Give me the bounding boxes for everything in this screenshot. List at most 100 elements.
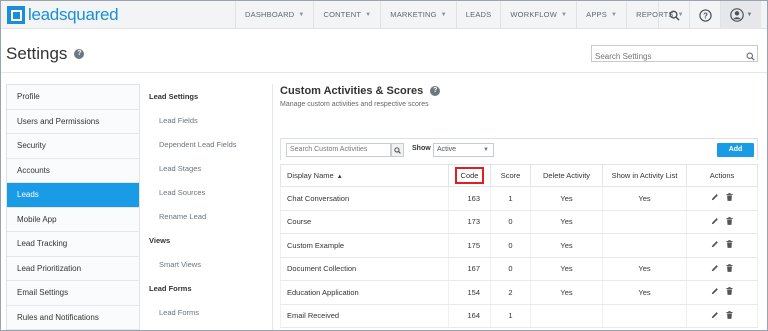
divider (1, 72, 767, 73)
help-icon[interactable]: ? (74, 49, 85, 59)
content-title-text: Custom Activities & Scores (280, 85, 424, 97)
col-display-name[interactable]: Display Name ▲ (280, 164, 449, 187)
nav-item-marketing[interactable]: MARKETING ▼ (381, 1, 456, 29)
cell-delete-activity: Yes (530, 280, 603, 305)
submenu-item-lead-fields[interactable]: Lead Fields (159, 116, 198, 125)
submenu-item-lead-forms[interactable]: Lead Forms (159, 308, 199, 317)
cell-display-name: Custom Example (280, 233, 449, 258)
cell-display-name: Course (280, 210, 449, 234)
search-settings-field[interactable] (591, 45, 758, 64)
nav-item-label: LEADS (465, 10, 492, 19)
nav-item-dashboard[interactable]: DASHBOARD ▼ (236, 1, 313, 29)
submenu-heading: Views (149, 236, 171, 245)
cell-actions (686, 186, 758, 211)
sidebar-item-mobile-app[interactable]: Mobile App (7, 207, 139, 232)
cell-display-name: Education Application (280, 280, 449, 305)
trash-icon[interactable] (726, 310, 733, 321)
cell-show-in-activity-list (602, 304, 687, 328)
table-header-row: Display Name ▲ Code Score Delete Activity… (280, 164, 758, 187)
trash-icon[interactable] (726, 216, 733, 227)
cell-display-name: Document Collection (280, 257, 449, 281)
search-button[interactable] (391, 143, 404, 157)
col-score[interactable]: Score (490, 164, 531, 187)
settings-sidebar: Profile Users and Permissions Security Acco… (6, 84, 140, 330)
sort-asc-icon[interactable]: ▲ (337, 174, 343, 180)
cell-display-name: Email Received (280, 304, 449, 328)
cell-score: 1 (490, 304, 531, 328)
nav-item-label: CONTENT (323, 10, 362, 19)
table-row: Email Received 164 1 (280, 304, 758, 328)
content-title: Custom Activities & Scores ? (280, 85, 441, 97)
cell-score: 0 (490, 233, 531, 258)
show-select[interactable]: Active ▼ (433, 143, 494, 157)
pencil-icon[interactable] (711, 264, 719, 274)
submenu-heading: Lead Settings (149, 92, 199, 101)
sidebar-item-security[interactable]: Security (7, 134, 139, 159)
trash-icon[interactable] (726, 193, 733, 203)
pencil-icon[interactable] (711, 193, 719, 203)
submenu-item-lead-stages[interactable]: Lead Stages (159, 164, 201, 173)
logo[interactable]: leadsquared (7, 4, 119, 26)
table-row: Custom Example 175 0 Yes (280, 233, 758, 258)
submenu-item-smart-views[interactable]: Smart Views (159, 260, 201, 269)
pencil-icon[interactable] (711, 240, 719, 250)
cell-actions (686, 280, 758, 305)
sidebar-item-lead-prioritization[interactable]: Lead Prioritization (7, 256, 139, 281)
cell-actions (686, 257, 758, 281)
help-icon[interactable]: ? (430, 86, 441, 96)
chevron-down-icon: ▼ (610, 12, 618, 18)
cell-score: 0 (490, 257, 531, 281)
cell-score: 2 (490, 280, 531, 305)
sidebar-item-lead-tracking[interactable]: Lead Tracking (7, 232, 139, 257)
nav-icon-group: ? ▼ (658, 1, 761, 29)
chevron-down-icon: ▼ (365, 12, 372, 18)
sidebar-item-users-and-permissions[interactable]: Users and Permissions (7, 109, 139, 134)
cell-code: 154 (448, 280, 491, 305)
cell-code: 175 (448, 233, 491, 258)
search-icon[interactable] (658, 1, 689, 29)
col-code[interactable]: Code (448, 164, 491, 187)
cell-actions (686, 304, 758, 328)
search-settings-input[interactable] (592, 49, 742, 64)
trash-icon[interactable] (726, 287, 733, 297)
search-activities-input[interactable]: Search Custom Activities (286, 143, 391, 157)
nav-item-apps[interactable]: APPS ▼ (577, 1, 626, 29)
sidebar-item-profile[interactable]: Profile (7, 85, 139, 110)
show-select-value: Active (437, 146, 457, 153)
cell-show-in-activity-list: Yes (602, 186, 687, 211)
app-window: leadsquared DASHBOARD ▼ CONTENT ▼ MARKETING ▼… (0, 0, 768, 331)
submenu-item-dependent-lead-fields[interactable]: Dependent Lead Fields (159, 140, 237, 149)
cell-code: 163 (448, 186, 491, 211)
nav-item-workflow[interactable]: WORKFLOW ▼ (501, 1, 576, 29)
cell-display-name: Chat Conversation (280, 186, 449, 211)
col-delete-activity[interactable]: Delete Activity (530, 164, 603, 187)
submenu-item-rename-lead[interactable]: Rename Lead (159, 212, 206, 221)
trash-icon[interactable] (726, 263, 733, 274)
submenu-item-lead-sources[interactable]: Lead Sources (159, 188, 205, 197)
col-show-in-activity-list[interactable]: Show in Activity List (602, 164, 687, 187)
page-title-text: Settings (6, 44, 68, 63)
page-title: Settings ? (6, 44, 85, 64)
chevron-down-icon: ▼ (561, 12, 568, 18)
nav-item-content[interactable]: CONTENT ▼ (314, 1, 380, 29)
add-button[interactable]: Add (717, 143, 754, 157)
content-subtitle: Manage custom activities and respective … (280, 101, 429, 108)
cell-delete-activity: Yes (530, 186, 603, 211)
trash-icon[interactable] (726, 240, 733, 250)
sidebar-item-email-settings[interactable]: Email Settings (7, 281, 139, 306)
pencil-icon[interactable] (711, 287, 719, 297)
table-toolbar: Search Custom Activities Show Active ▼ A… (280, 138, 758, 160)
sidebar-item-leads[interactable]: Leads (7, 183, 139, 208)
code-highlight-box: Code (454, 167, 485, 184)
nav-item-leads[interactable]: LEADS (457, 1, 501, 29)
sidebar-item-rules-and-notifications[interactable]: Rules and Notifications (7, 305, 139, 330)
cell-delete-activity: Yes (530, 210, 603, 234)
nav-item-label: APPS (586, 10, 607, 19)
sidebar-item-accounts[interactable]: Accounts (7, 158, 139, 183)
settings-submenu: Lead Settings Lead Fields Dependent Lead F… (140, 84, 273, 330)
search-icon[interactable] (746, 48, 755, 66)
help-icon[interactable]: ? (689, 1, 720, 29)
pencil-icon[interactable] (711, 311, 719, 321)
user-icon[interactable]: ▼ (720, 1, 761, 29)
pencil-icon[interactable] (711, 217, 719, 227)
